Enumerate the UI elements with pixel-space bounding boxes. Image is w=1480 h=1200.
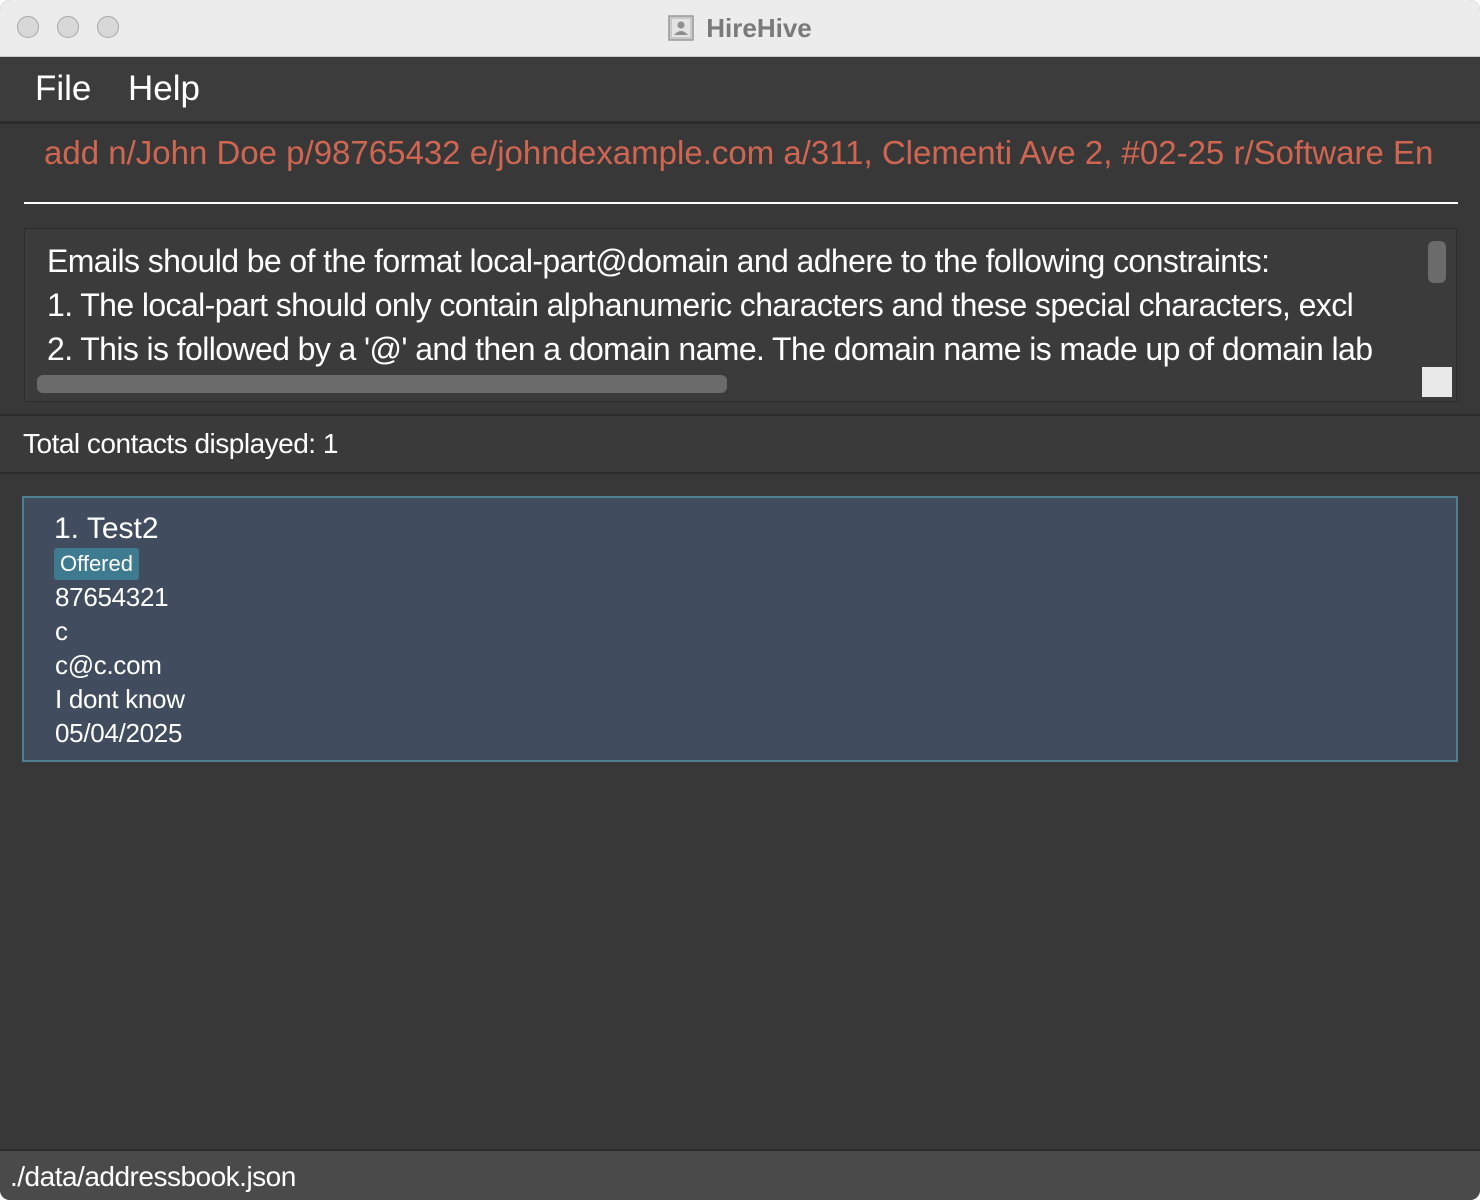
- contact-name: 1. Test2: [54, 512, 159, 545]
- status-bar: ./data/addressbook.json: [0, 1149, 1480, 1200]
- window-title: HireHive: [706, 12, 812, 43]
- contact-date: 05/04/2025: [55, 718, 183, 748]
- contact-card-icon: [668, 15, 694, 41]
- result-display[interactable]: Emails should be of the format local-par…: [24, 228, 1457, 402]
- command-input[interactable]: add n/John Doe p/98765432 e/johndexample…: [24, 124, 1458, 204]
- scrollbar-corner: [1422, 367, 1452, 397]
- menu-bar: File Help: [0, 57, 1480, 122]
- result-text: Emails should be of the format local-par…: [47, 239, 1423, 371]
- contact-address: c: [55, 616, 68, 646]
- contact-email: c@c.com: [55, 650, 162, 680]
- title-bar: HireHive: [0, 0, 1480, 57]
- contact-count-bar: Total contacts displayed: 1: [0, 416, 1480, 474]
- result-line: Emails should be of the format local-par…: [47, 243, 1270, 279]
- app-window: HireHive File Help add n/John Doe p/9876…: [0, 0, 1480, 1200]
- result-line: 2. This is followed by a '@' and then a …: [47, 331, 1373, 367]
- menu-help[interactable]: Help: [122, 67, 206, 111]
- horizontal-scrollbar-thumb[interactable]: [37, 375, 727, 393]
- menu-file[interactable]: File: [29, 67, 97, 111]
- result-display-panel: Emails should be of the format local-par…: [0, 216, 1480, 416]
- contact-role: I dont know: [55, 684, 185, 714]
- status-badge: Offered: [54, 548, 139, 580]
- contact-list[interactable]: 1. Test2 Offered 87654321 c c@c.com I do…: [0, 474, 1480, 1148]
- save-file-path: ./data/addressbook.json: [10, 1161, 296, 1192]
- contact-phone: 87654321: [55, 582, 169, 612]
- contact-card[interactable]: 1. Test2 Offered 87654321 c c@c.com I do…: [22, 496, 1458, 762]
- title-wrap: HireHive: [0, 0, 1480, 56]
- command-box-panel: add n/John Doe p/98765432 e/johndexample…: [0, 122, 1480, 218]
- contact-count-label: Total contacts displayed: 1: [23, 428, 338, 459]
- result-line: 1. The local-part should only contain al…: [47, 287, 1354, 323]
- vertical-scrollbar-thumb[interactable]: [1428, 241, 1446, 283]
